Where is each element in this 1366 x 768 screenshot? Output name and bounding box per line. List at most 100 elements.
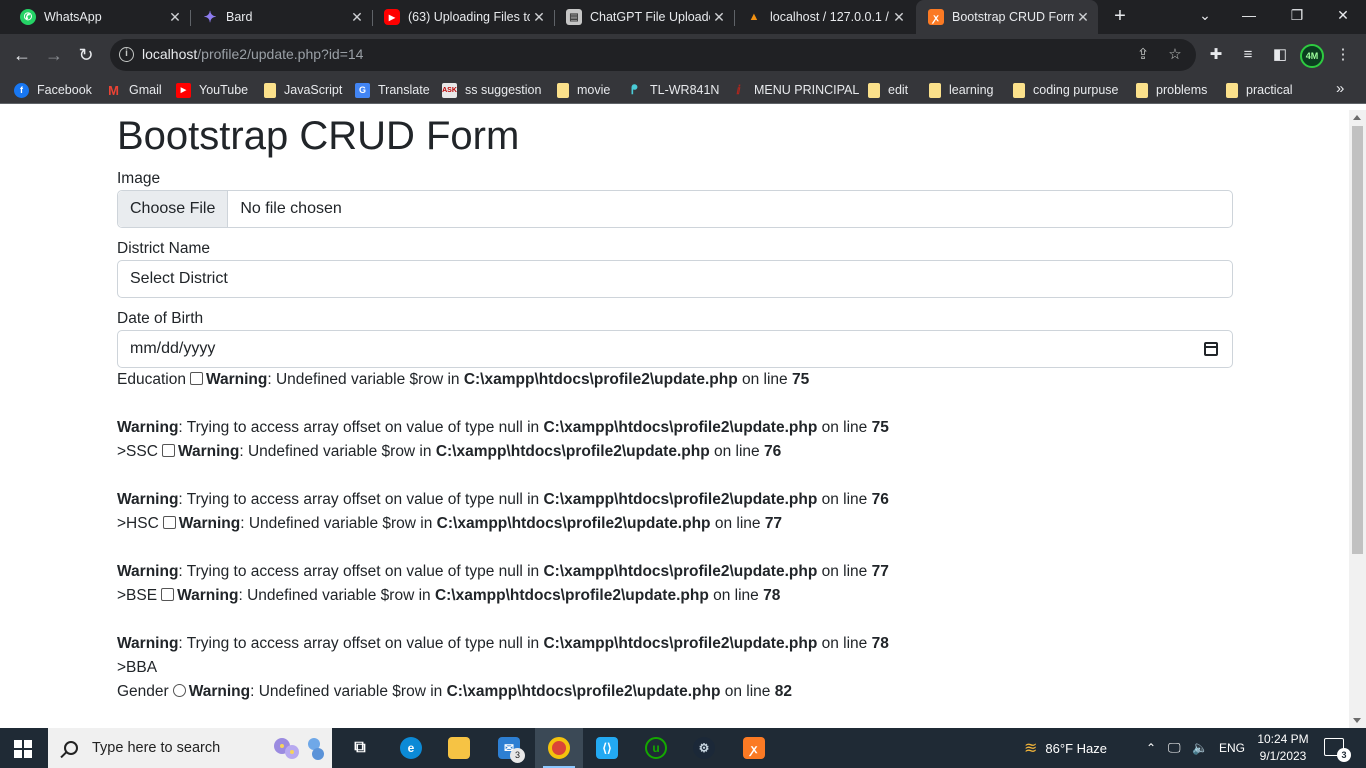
bookmark-folder-practical[interactable]: practical (1226, 81, 1293, 99)
edge-taskbar-button[interactable]: e (387, 728, 435, 768)
close-tab-icon[interactable]: ✕ (166, 9, 184, 26)
upwork-taskbar-button[interactable]: u (632, 728, 680, 768)
gender-row: Gender Warning: Undefined variable $row i… (117, 683, 792, 700)
new-tab-button[interactable]: + (1108, 5, 1132, 29)
tab-title: (63) Uploading Files to (408, 10, 530, 24)
bookmark-translate[interactable]: G Translate (355, 81, 430, 99)
bba-option-row: >BBA (117, 659, 158, 676)
close-tab-icon[interactable]: ✕ (1074, 9, 1092, 26)
bookmark-facebook[interactable]: f Facebook (14, 81, 92, 99)
url-text[interactable]: localhost/profile2/update.php?id=14 (142, 46, 363, 62)
facebook-icon: f (14, 82, 29, 98)
calendar-icon[interactable] (1204, 342, 1218, 356)
tab-bard[interactable]: ✦ Bard ✕ (190, 0, 372, 34)
side-panel-icon[interactable]: ◧ (1269, 44, 1291, 66)
vscode-taskbar-button[interactable]: ⟨⟩ (583, 728, 631, 768)
media-control-icon[interactable]: ≡ (1237, 44, 1259, 66)
bookmark-folder-javascript[interactable]: JavaScript (264, 81, 342, 99)
windows-taskbar: Type here to search ⧉ e ✉ 3 ⟨⟩ u ⚙ ꭗ ≋ 86… (0, 728, 1366, 768)
hsc-option-row: >HSC Warning: Undefined variable $row in … (117, 515, 783, 532)
education-label: Education (117, 371, 186, 388)
dob-date-input[interactable]: mm/dd/yyyy (117, 330, 1233, 368)
back-button[interactable]: ← (9, 42, 35, 68)
tab-search-chevron-icon[interactable]: ⌄ (1182, 0, 1228, 32)
folder-icon (868, 82, 880, 98)
scroll-down-icon[interactable] (1353, 718, 1361, 723)
profile-avatar[interactable]: 4M (1300, 44, 1324, 68)
reload-button[interactable]: ↻ (73, 42, 99, 68)
bse-checkbox[interactable] (161, 588, 175, 601)
scrollbar-thumb[interactable] (1352, 126, 1363, 554)
minimize-button[interactable]: — (1226, 0, 1272, 32)
restore-button[interactable]: ❐ (1274, 0, 1320, 32)
notification-center-icon[interactable]: 3 (1324, 738, 1351, 762)
taskbar-search-box[interactable]: Type here to search (48, 728, 332, 768)
extensions-icon[interactable]: ✚ (1205, 44, 1227, 66)
tab-chatgpt-uploader[interactable]: ▤ ChatGPT File Uploader ✕ (554, 0, 734, 34)
bookmark-menu-principal[interactable]: ⅈ MENU PRINCIPAL (731, 81, 859, 99)
steam-taskbar-button[interactable]: ⚙ (680, 728, 728, 768)
mail-badge: 3 (510, 748, 525, 763)
bookmark-tl-wr841n[interactable]: ᖰ TL-WR841N (627, 81, 719, 99)
bookmark-ss-suggestion[interactable]: ASK ss suggestion (442, 81, 541, 99)
xampp-taskbar-button[interactable]: ꭗ (730, 728, 778, 768)
tab-bootstrap-crud-form[interactable]: ꭗ Bootstrap CRUD Form ✕ (916, 0, 1098, 34)
image-file-input[interactable]: Choose File No file chosen (117, 190, 1233, 228)
tray-chevron-icon[interactable]: ⌃ (1146, 728, 1156, 768)
edge-icon: e (400, 737, 422, 759)
file-explorer-taskbar-button[interactable] (435, 728, 483, 768)
close-tab-icon[interactable]: ✕ (710, 9, 728, 26)
menu-dots-icon[interactable]: ⋮ (1332, 44, 1354, 66)
windows-start-button[interactable] (14, 740, 32, 758)
close-tab-icon[interactable]: ✕ (530, 9, 548, 26)
choose-file-button[interactable]: Choose File (118, 191, 229, 227)
bookmark-folder-edit[interactable]: edit (868, 81, 908, 99)
bookmark-gmail[interactable]: M Gmail (106, 81, 162, 99)
volume-icon[interactable]: 🔈 (1192, 728, 1208, 768)
close-tab-icon[interactable]: ✕ (348, 9, 366, 26)
browser-tab-strip: ✆ WhatsApp ✕ ✦ Bard ✕ ▶ (63) Uploading F… (0, 0, 1366, 34)
address-bar[interactable]: i localhost/profile2/update.php?id=14 ⇪ … (110, 39, 1196, 71)
tab-whatsapp[interactable]: ✆ WhatsApp ✕ (8, 0, 190, 34)
chrome-taskbar-button[interactable] (535, 728, 583, 768)
site-info-icon[interactable]: i (119, 47, 134, 62)
bookmark-folder-movie[interactable]: movie (557, 81, 610, 99)
education-checkbox[interactable] (189, 372, 203, 385)
forward-button[interactable]: → (41, 42, 67, 68)
gender-radio[interactable] (172, 684, 186, 697)
task-view-button[interactable]: ⧉ (336, 728, 384, 768)
bookmark-folder-coding-purpuse[interactable]: coding purpuse (1013, 81, 1118, 99)
district-select[interactable]: Select District (117, 260, 1233, 298)
ssc-checkbox[interactable] (161, 444, 175, 457)
tab-phpmyadmin[interactable]: ▲ localhost / 127.0.0.1 / ✕ (734, 0, 914, 34)
bookmarks-overflow-button[interactable]: » (1336, 80, 1344, 97)
hsc-checkbox[interactable] (162, 516, 176, 529)
close-window-button[interactable]: ✕ (1320, 0, 1366, 32)
bookmark-folder-learning[interactable]: learning (929, 81, 993, 99)
folder-icon (264, 82, 276, 98)
bookmark-folder-problems[interactable]: problems (1136, 81, 1207, 99)
close-tab-icon[interactable]: ✕ (890, 9, 908, 26)
search-highlight-flowers-icon (274, 738, 324, 760)
tab-youtube[interactable]: ▶ (63) Uploading Files to ✕ (372, 0, 554, 34)
scroll-up-icon[interactable] (1353, 115, 1361, 120)
file-explorer-icon (448, 737, 470, 759)
mail-taskbar-button[interactable]: ✉ 3 (485, 728, 533, 768)
tab-title: localhost / 127.0.0.1 / (770, 10, 889, 24)
page-viewport: Bootstrap CRUD Form Image Choose File No… (0, 110, 1349, 728)
phpmyadmin-icon: ▲ (748, 11, 760, 23)
taskbar-clock[interactable]: 10:24 PM 9/1/2023 (1250, 731, 1316, 765)
bookmark-youtube[interactable]: ▶ YouTube (176, 81, 248, 99)
education-row: Education Warning: Undefined variable $ro… (117, 371, 810, 388)
folder-icon (929, 82, 941, 98)
page-scrollbar[interactable] (1349, 110, 1366, 728)
district-selected-value: Select District (130, 270, 228, 287)
search-icon (64, 741, 78, 755)
steam-icon: ⚙ (693, 737, 715, 759)
weather-widget[interactable]: ≋ 86°F Haze (1024, 728, 1107, 768)
language-indicator[interactable]: ENG (1219, 728, 1245, 768)
share-icon[interactable]: ⇪ (1133, 45, 1153, 65)
bookmark-star-icon[interactable]: ☆ (1165, 45, 1185, 65)
bookmarks-bar: f Facebook M Gmail ▶ YouTube JavaScript G Tr… (0, 76, 1366, 104)
network-icon[interactable]: 🖵 (1168, 728, 1181, 768)
